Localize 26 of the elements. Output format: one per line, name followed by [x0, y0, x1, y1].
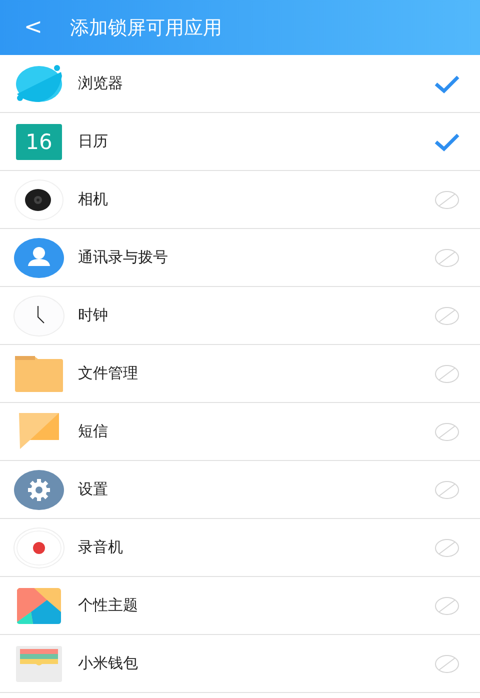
app-name: 浏览器: [78, 74, 124, 93]
app-name: 通讯录与拨号: [78, 248, 169, 267]
page-title: 添加锁屏可用应用: [70, 16, 222, 40]
app-name: 日历: [78, 132, 109, 151]
message-icon: [16, 412, 62, 452]
record-icon: [13, 526, 65, 568]
checkmark-icon[interactable]: [434, 132, 460, 152]
app-name: 小米钱包: [78, 654, 139, 673]
app-name: 录音机: [78, 538, 124, 557]
app-name: 相机: [78, 190, 109, 209]
app-name: 个性主题: [78, 596, 139, 615]
person-icon: [13, 236, 65, 278]
app-name: 时钟: [78, 306, 109, 325]
calendar-icon: 16: [16, 124, 62, 160]
back-button[interactable]: <: [0, 15, 70, 40]
wallet-icon: [16, 646, 62, 682]
app-name: 短信: [78, 422, 109, 441]
folder-icon: [14, 354, 64, 392]
speech-bubble-icon: [13, 64, 65, 104]
app-name: 文件管理: [78, 364, 139, 383]
app-name: 设置: [78, 480, 109, 499]
clock-icon: [13, 294, 65, 336]
theme-icon: [17, 588, 61, 624]
camera-lens-icon: [13, 178, 65, 220]
gear-icon: [13, 468, 65, 510]
checkmark-icon[interactable]: [434, 74, 460, 94]
